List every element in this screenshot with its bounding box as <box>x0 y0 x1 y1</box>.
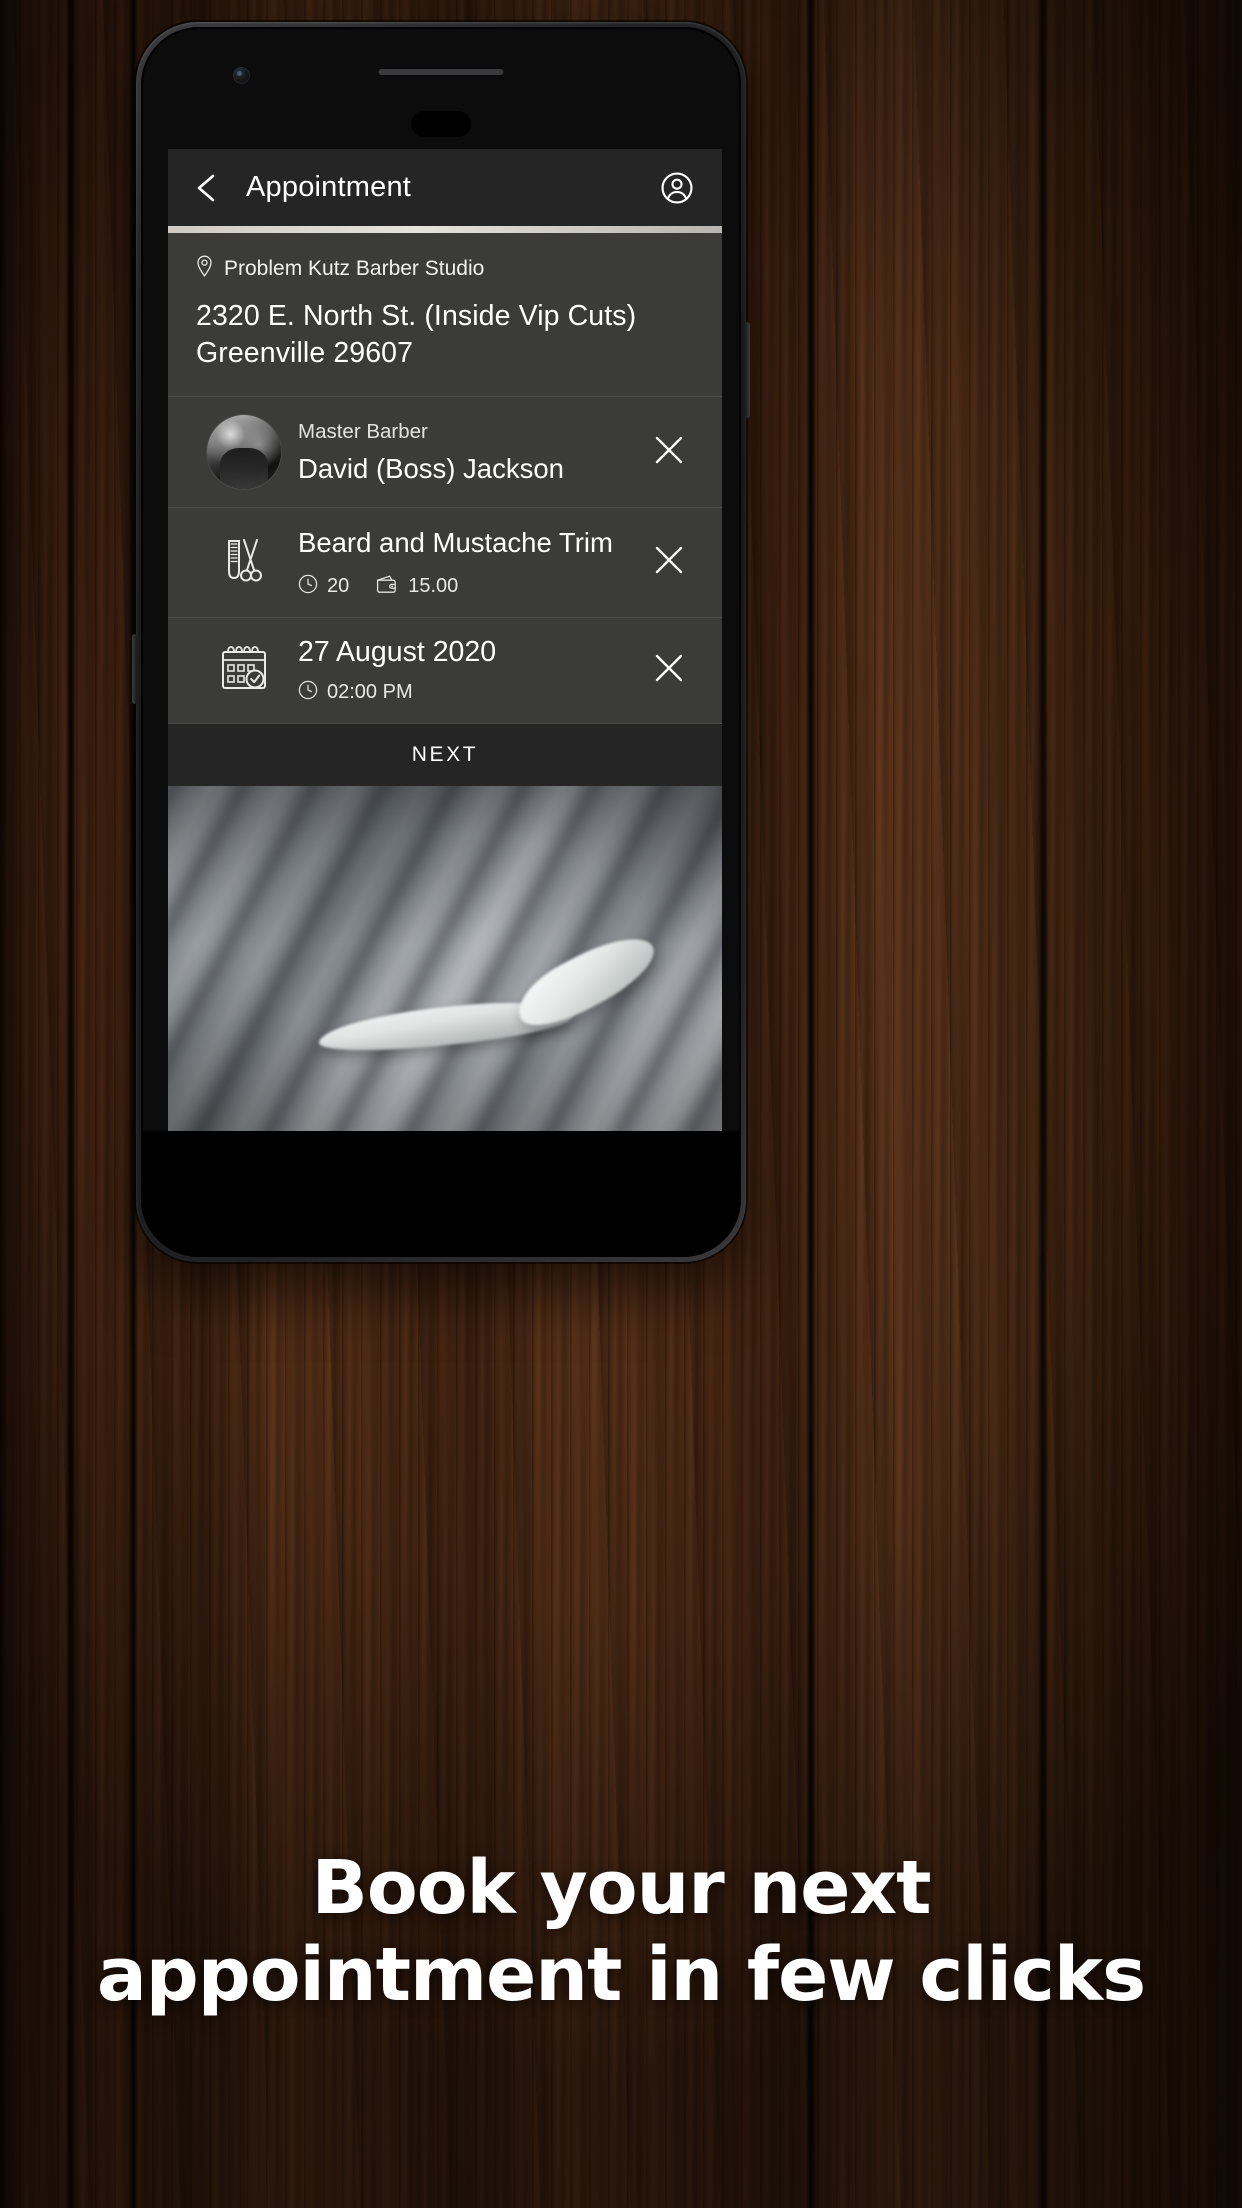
appointment-time-value: 02:00 PM <box>327 680 413 703</box>
close-icon <box>652 651 686 690</box>
datetime-icon-wrap <box>190 639 298 702</box>
location-pin-icon <box>196 255 213 282</box>
shop-name: Problem Kutz Barber Studio <box>224 256 485 280</box>
shop-address-line1: 2320 E. North St. (Inside Vip Cuts) <box>196 300 637 332</box>
appointment-time: 02:00 PM <box>298 680 624 705</box>
wallet-icon <box>375 574 399 599</box>
barber-row: Master Barber David (Boss) Jackson <box>168 397 722 509</box>
shop-info-block: Problem Kutz Barber Studio 2320 E. North… <box>168 233 722 398</box>
earpiece-speaker-icon <box>411 111 471 137</box>
chevron-left-icon[interactable] <box>192 173 222 203</box>
step-progress-bar <box>168 226 722 233</box>
avatar-photo-shade <box>220 447 268 490</box>
service-row-body: Beard and Mustache Trim 20 15.00 <box>298 526 638 599</box>
shop-address: 2320 E. North St. (Inside Vip Cuts) Gree… <box>196 298 694 372</box>
service-duration-value: 20 <box>327 574 350 597</box>
barber-avatar-wrap <box>190 415 298 490</box>
photo-vignette <box>168 785 722 1131</box>
phone-screen: Appointment Problem Kutz Barber Studio 2… <box>168 149 722 1131</box>
datetime-row: 27 August 2020 02:00 PM <box>168 618 722 724</box>
service-row: Beard and Mustache Trim 20 15.00 <box>168 508 722 618</box>
service-duration: 20 <box>298 574 349 599</box>
promo-caption-line2: appointment in few clicks <box>96 1932 1146 2019</box>
next-button-label: NEXT <box>411 743 479 767</box>
phone-chin <box>141 1131 741 1257</box>
calendar-check-icon <box>215 639 273 702</box>
phone-power-button <box>745 322 750 418</box>
avatar <box>207 415 281 490</box>
account-circle-icon[interactable] <box>660 171 694 205</box>
barber-row-body: Master Barber David (Boss) Jackson <box>298 420 638 485</box>
remove-barber-button[interactable] <box>638 433 700 472</box>
service-name: Beard and Mustache Trim <box>298 527 613 559</box>
datetime-row-body: 27 August 2020 02:00 PM <box>298 636 638 705</box>
phone-volume-button <box>132 634 137 704</box>
barber-role-label: Master Barber <box>298 419 428 443</box>
remove-service-button[interactable] <box>638 543 700 582</box>
shop-address-line2: Greenville 29607 <box>196 337 414 370</box>
service-price: 15.00 <box>375 574 458 599</box>
shop-name-row: Problem Kutz Barber Studio <box>196 255 694 282</box>
clock-icon <box>298 680 318 705</box>
appointment-date: 27 August 2020 <box>298 635 497 668</box>
close-icon <box>652 433 686 472</box>
promo-caption-line1: Book your next <box>311 1845 931 1931</box>
next-button[interactable]: NEXT <box>168 723 722 786</box>
front-camera-icon <box>233 67 250 84</box>
app-bar: Appointment <box>168 149 722 226</box>
service-price-value: 15.00 <box>408 574 459 597</box>
phone-bezel: Appointment Problem Kutz Barber Studio 2… <box>141 27 741 1257</box>
phone-mockup: Appointment Problem Kutz Barber Studio 2… <box>132 22 750 1262</box>
clock-icon <box>298 574 318 599</box>
promo-caption: Book your next appointment in few clicks <box>0 1845 1242 2020</box>
close-icon <box>652 543 686 582</box>
service-icon-wrap <box>190 529 298 596</box>
page-title: Appointment <box>246 171 412 203</box>
straight-razor-photo <box>168 785 722 1131</box>
step-progress-fill <box>168 226 722 233</box>
appointment-content: Problem Kutz Barber Studio 2320 E. North… <box>168 233 722 1131</box>
service-meta-row: 20 15.00 <box>298 574 624 599</box>
remove-datetime-button[interactable] <box>638 651 700 690</box>
comb-scissors-icon <box>213 529 275 596</box>
barber-name: David (Boss) Jackson <box>298 452 564 484</box>
earpiece-grille-icon <box>378 69 504 75</box>
